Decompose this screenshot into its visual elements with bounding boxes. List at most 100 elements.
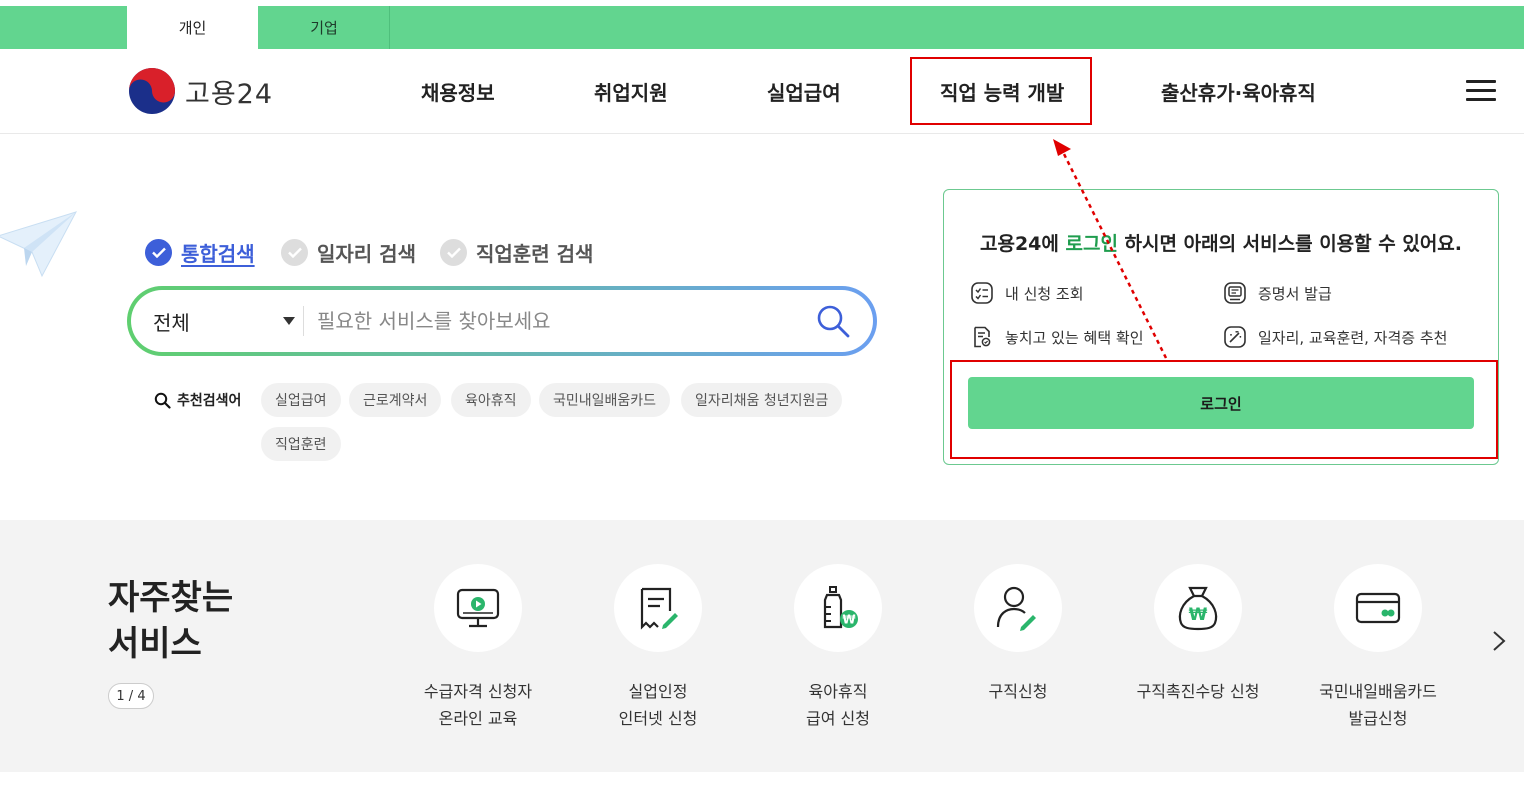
search-box: 전체 [127,286,877,356]
search-type-integrated-label: 통합검색 [181,242,255,266]
frequent-title-line2: 서비스 [108,624,202,664]
nav-employment-support[interactable]: 취업지원 [594,77,668,106]
person-edit-icon [996,586,1036,631]
recommended-keywords-text: 추천검색어 [177,393,242,409]
money-bag-icon: ₩ [1178,586,1218,631]
service-icon-circle [974,564,1062,652]
search-category-value: 전체 [153,310,190,335]
logo[interactable]: 고용24 [128,67,273,115]
frequent-service-card[interactable]: 수급자격 신청자 온라인 교육 [388,564,568,732]
service-card-line2: 급여 신청 [806,709,870,728]
caret-down-icon [283,317,295,325]
magic-wand-icon [1224,326,1246,348]
card-icon [1355,592,1401,624]
svg-text:₩: ₩ [842,613,856,627]
service-icon-circle: ₩ [1154,564,1242,652]
tab-personal[interactable]: 개인 [127,6,258,49]
service-card-line2: 인터넷 신청 [618,709,698,728]
service-card-label: 육아휴직 급여 신청 [748,678,928,732]
service-icon-circle [614,564,702,652]
service-recommendations[interactable]: 일자리, 교육훈련, 자격증 추천 [1223,325,1447,349]
login-highlight-box [950,360,1498,459]
service-card-line1: 구직촉진수당 신청 [1136,682,1260,701]
check-selected-icon [145,239,172,266]
service-icon-circle: ₩ [794,564,882,652]
logo-text: 고용24 [185,78,274,110]
service-card-line1: 수급자격 신청자 [423,682,533,701]
recommended-keywords-label: 추천검색어 [154,390,241,410]
certificate-icon [1224,282,1246,304]
search-icon[interactable] [815,303,851,339]
search-divider [303,306,304,336]
frequent-services-section: 자주찾는 서비스 1 / 4 수급자격 신청자 온라인 교육 실업인정 인터넷 … [0,520,1524,772]
search-type-integrated[interactable]: 통합검색 [145,238,255,267]
service-card-line1: 구직신청 [988,682,1048,701]
frequent-services-title: 자주찾는 서비스 [108,575,233,667]
nav-job-info[interactable]: 채용정보 [421,77,495,106]
nav-unemployment-benefit[interactable]: 실업급여 [767,77,841,106]
search-type-training-label: 직업훈련 검색 [476,242,594,266]
nav-highlight-box [910,57,1092,125]
keyword-chip[interactable]: 실업급여 [261,383,341,417]
search-inner: 전체 [131,290,873,352]
magnifier-icon [154,392,171,409]
keyword-chip[interactable]: 육아휴직 [451,383,531,417]
service-icon-circle [434,564,522,652]
service-card-label: 실업인정 인터넷 신청 [568,678,748,732]
service-card-line2: 온라인 교육 [438,709,518,728]
svg-text:₩: ₩ [1189,605,1208,625]
frequent-title-line1: 자주찾는 [108,578,234,618]
check-unselected-icon [281,239,308,266]
check-unselected-icon [440,239,467,266]
service-icon-circle [1334,564,1422,652]
keyword-chip[interactable]: 일자리채움 청년지원금 [681,383,843,417]
service-card-line1: 실업인정 [628,682,688,701]
search-input[interactable] [317,301,797,341]
chevron-right-icon[interactable] [1488,626,1510,656]
service-missed-benefits[interactable]: 놓치고 있는 혜택 확인 [970,325,1144,349]
top-tab-bar: 개인 기업 [0,6,1524,49]
frequent-service-card[interactable]: 국민내일배움카드 발급신청 [1288,564,1468,732]
search-type-jobs[interactable]: 일자리 검색 [281,238,416,267]
login-title-prefix: 고용24에 [979,233,1066,255]
service-my-applications[interactable]: 내 신청 조회 [970,281,1084,305]
frequent-service-card[interactable]: ₩ 육아휴직 급여 신청 [748,564,928,732]
login-title-suffix: 하시면 아래의 서비스를 이용할 수 있어요. [1117,233,1463,255]
frequent-service-card[interactable]: ₩ 구직촉진수당 신청 [1108,564,1288,705]
service-card-label: 국민내일배움카드 발급신청 [1288,678,1468,732]
paper-plane-icon [0,211,78,278]
keyword-chip[interactable]: 국민내일배움카드 [539,383,671,417]
search-type-training[interactable]: 직업훈련 검색 [440,238,593,267]
keyword-chip[interactable]: 근로계약서 [349,383,442,417]
checklist-icon [971,282,993,304]
service-card-label: 수급자격 신청자 온라인 교육 [388,678,568,732]
service-card-line1: 국민내일배움카드 [1319,682,1437,701]
monitor-play-icon [456,588,500,628]
menu-icon[interactable] [1466,80,1496,102]
page: 개인 기업 고용24 채용정보 취업지원 실업급여 직업 능력 개발 출산휴가·… [0,0,1524,792]
service-card-label: 구직신청 [928,678,1108,705]
service-card-line2: 발급신청 [1348,709,1408,728]
login-title-link[interactable]: 로그인 [1065,233,1117,255]
frequent-service-card[interactable]: 실업인정 인터넷 신청 [568,564,748,732]
nav-maternity-parental-leave[interactable]: 출산휴가·육아휴직 [1161,77,1316,106]
tab-business[interactable]: 기업 [259,6,390,49]
service-label: 내 신청 조회 [1005,284,1084,303]
header: 고용24 채용정보 취업지원 실업급여 직업 능력 개발 출산휴가·육아휴직 [0,49,1524,134]
carousel-pager: 1 / 4 [108,683,154,709]
search-type-jobs-label: 일자리 검색 [317,242,416,266]
search-category-select[interactable]: 전체 [153,290,301,352]
document-search-icon [974,326,991,348]
document-edit-icon [640,587,678,630]
service-label: 증명서 발급 [1258,284,1332,303]
service-label: 놓치고 있는 혜택 확인 [1005,328,1144,347]
baby-bottle-won-icon: ₩ [823,586,858,629]
service-card-line1: 육아휴직 [808,682,868,701]
service-card-label: 구직촉진수당 신청 [1108,678,1288,705]
keyword-chip[interactable]: 직업훈련 [261,427,341,461]
service-label: 일자리, 교육훈련, 자격증 추천 [1258,328,1448,347]
service-certificate[interactable]: 증명서 발급 [1223,281,1332,305]
frequent-service-card[interactable]: 구직신청 [928,564,1108,705]
login-panel-title: 고용24에 로그인 하시면 아래의 서비스를 이용할 수 있어요. [944,229,1498,256]
taegeuk-logo-icon [129,68,175,114]
